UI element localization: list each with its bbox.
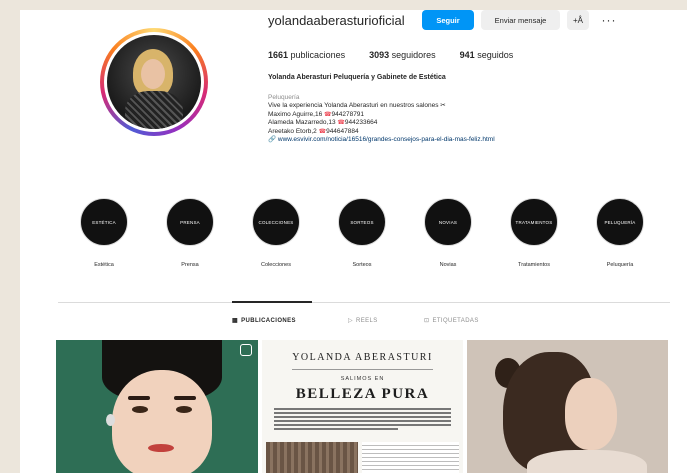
active-tab-indicator [232, 301, 312, 303]
highlight-sorteos[interactable]: SORTEOS Sorteos [330, 198, 394, 268]
tab-reels[interactable]: ▷ REELS [348, 317, 424, 325]
highlight-cover: PRENSA [166, 198, 214, 246]
highlight-cover: SORTEOS [338, 198, 386, 246]
highlight-label: Tratamientos [518, 262, 550, 268]
highlight-label: Prensa [181, 262, 199, 268]
post-subtitle: SALIMOS EN [340, 376, 385, 382]
highlight-colecciones[interactable]: COLECCIONES Colecciones [244, 198, 308, 268]
post-thumbnail[interactable]: YOLANDA ABERASTURI SALIMOS EN BELLEZA PU… [262, 340, 463, 473]
following-count[interactable]: 941 seguidos [460, 50, 514, 60]
add-user-icon: +Å [572, 15, 583, 25]
highlight-cover: PELUQUERÍA [596, 198, 644, 246]
post-thumbnail[interactable] [467, 340, 668, 473]
highlight-label: Sorteos [352, 262, 372, 268]
reels-icon: ▷ [348, 318, 354, 324]
tabs-divider [58, 302, 670, 303]
tab-tagged[interactable]: ⊡ ETIQUETADAS [424, 317, 479, 325]
grid-icon: ▦ [232, 318, 239, 324]
scissors-icon: ✂ [440, 102, 446, 110]
post-headline: BELLEZA PURA [295, 386, 430, 402]
send-message-button[interactable]: Enviar mensaje [481, 10, 560, 30]
highlight-novias[interactable]: NOVIAS Novias [416, 198, 480, 268]
highlight-cover: ESTÉTICA [80, 198, 128, 246]
highlight-cover: TRATAMIENTOS [510, 198, 558, 246]
profile-link[interactable]: 🔗 www.esvivir.com/noticia/16516/grandes-… [268, 136, 495, 144]
posts-count: 1661 publicaciones [268, 50, 346, 60]
phone-icon: ☎ [324, 111, 332, 118]
post-article-text [274, 408, 451, 432]
post-title: YOLANDA ABERASTURI [292, 352, 433, 363]
highlight-label: Colecciones [261, 262, 291, 268]
address-line: Maximo Aguirre,16 ☎944278791 [268, 110, 365, 118]
more-icon: ··· [601, 13, 617, 27]
post-thumbnail[interactable] [56, 340, 258, 473]
reel-icon [240, 344, 252, 356]
highlight-tratamientos[interactable]: TRATAMIENTOS Tratamientos [502, 198, 566, 268]
address-line: Alameda Mazarredo,13 ☎944233664 [268, 119, 378, 127]
tagged-icon: ⊡ [424, 318, 430, 324]
profile-full-name: Yolanda Aberasturi Peluquería y Gabinete… [268, 74, 446, 81]
phone-icon: ☎ [337, 120, 345, 127]
highlight-cover: COLECCIONES [252, 198, 300, 246]
address-line: Areetako Etorb,2 ☎944647884 [268, 127, 359, 135]
profile-stats: 1661 publicaciones 3093 seguidores 941 s… [268, 50, 513, 60]
profile-username: yolandaaberasturioficial [268, 13, 405, 28]
phone-icon: ☎ [318, 128, 327, 135]
highlight-cover: NOVIAS [424, 198, 472, 246]
profile-page: yolandaaberasturioficial Seguir Enviar m… [20, 10, 687, 473]
profile-bio: Peluquería Vive la experiencia Yolanda A… [268, 94, 495, 144]
profile-category: Peluquería [268, 94, 300, 101]
story-highlights: ESTÉTICA Estética PRENSA Prensa COLECCIO… [72, 198, 682, 273]
avatar-photo [107, 35, 201, 129]
highlight-peluqueria[interactable]: PELUQUERÍA Peluquería [588, 198, 652, 268]
highlight-label: Novias [439, 262, 457, 268]
suggested-accounts-button[interactable]: +Å [567, 10, 589, 30]
highlight-label: Estética [94, 262, 114, 268]
highlight-estetica[interactable]: ESTÉTICA Estética [72, 198, 136, 268]
link-icon: 🔗 [268, 136, 277, 144]
highlight-prensa[interactable]: PRENSA Prensa [158, 198, 222, 268]
tab-posts[interactable]: ▦ PUBLICACIONES [232, 317, 348, 325]
followers-count[interactable]: 3093 seguidores [369, 50, 436, 60]
profile-tabs: ▦ PUBLICACIONES ▷ REELS ⊡ ETIQUETADAS [232, 317, 479, 325]
more-options-button[interactable]: ··· [598, 10, 620, 30]
bio-line: Vive la experiencia Yolanda Aberasturi e… [268, 102, 446, 110]
profile-avatar[interactable] [100, 28, 208, 136]
follow-button[interactable]: Seguir [422, 10, 474, 30]
highlight-label: Peluquería [606, 262, 634, 268]
